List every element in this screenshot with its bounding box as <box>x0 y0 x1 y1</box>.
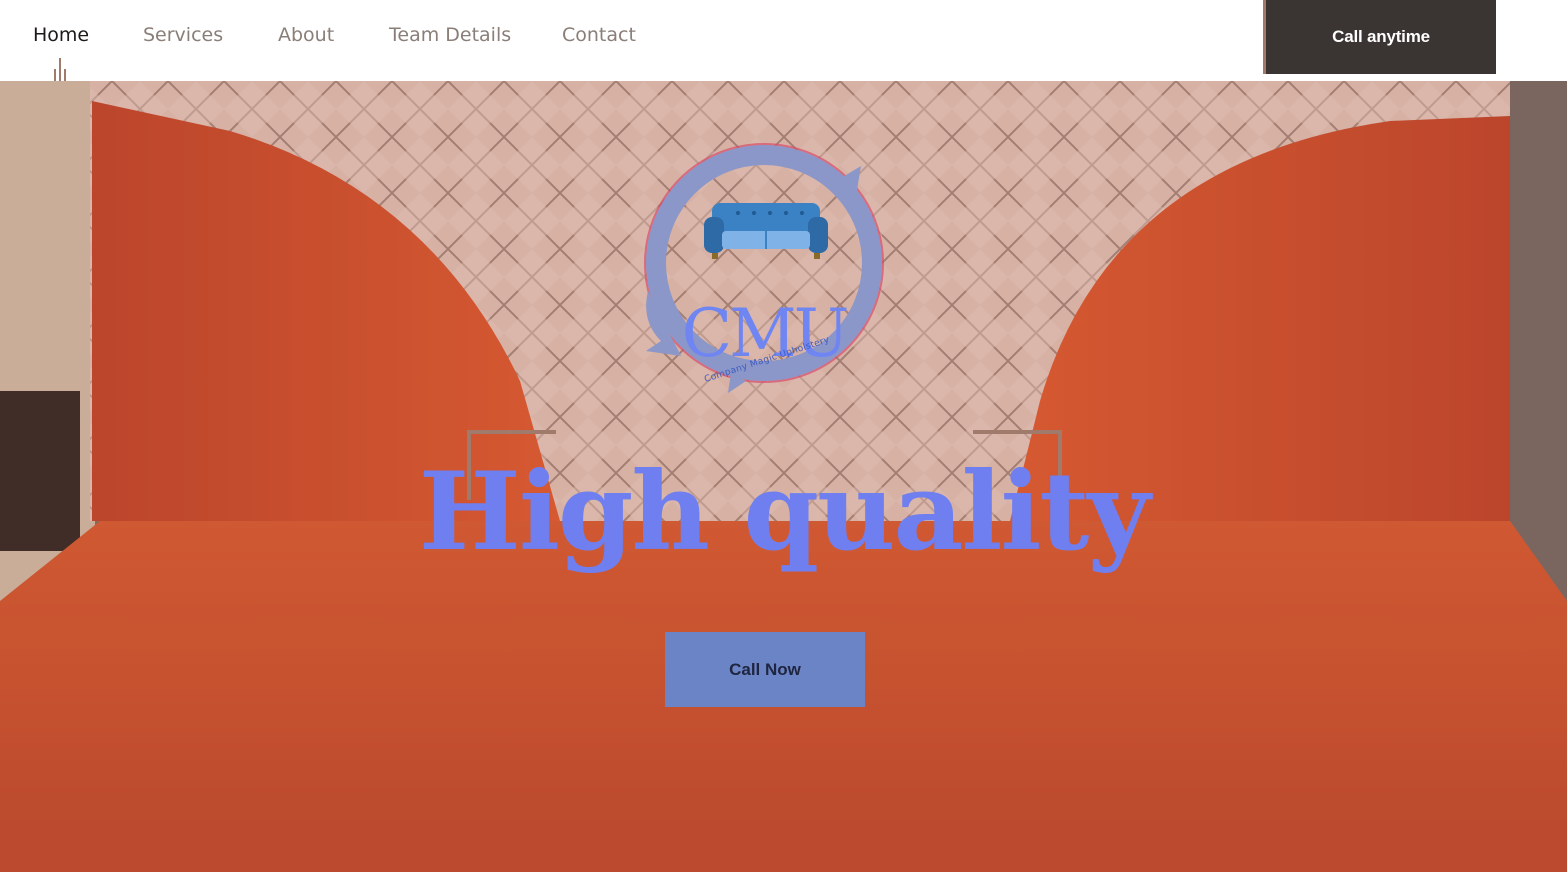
active-indicator <box>54 58 68 81</box>
nav-item-team-details[interactable]: Team Details <box>389 24 511 46</box>
hero-headline: High quality <box>418 449 1150 575</box>
nav-item-home[interactable]: Home <box>33 24 89 46</box>
nav-item-about[interactable]: About <box>278 24 334 46</box>
nav-item-contact[interactable]: Contact <box>562 24 636 46</box>
top-navigation: Home Services About Team Details Contact… <box>0 0 1567 81</box>
sofa-icon <box>704 203 828 259</box>
hero-section: CMU Company Magic Upholstery High qualit… <box>0 81 1567 872</box>
nav-item-services[interactable]: Services <box>143 24 223 46</box>
cmu-logo: CMU Company Magic Upholstery <box>636 141 892 397</box>
call-now-button[interactable]: Call Now <box>665 632 865 707</box>
call-anytime-button[interactable]: Call anytime <box>1263 0 1496 74</box>
